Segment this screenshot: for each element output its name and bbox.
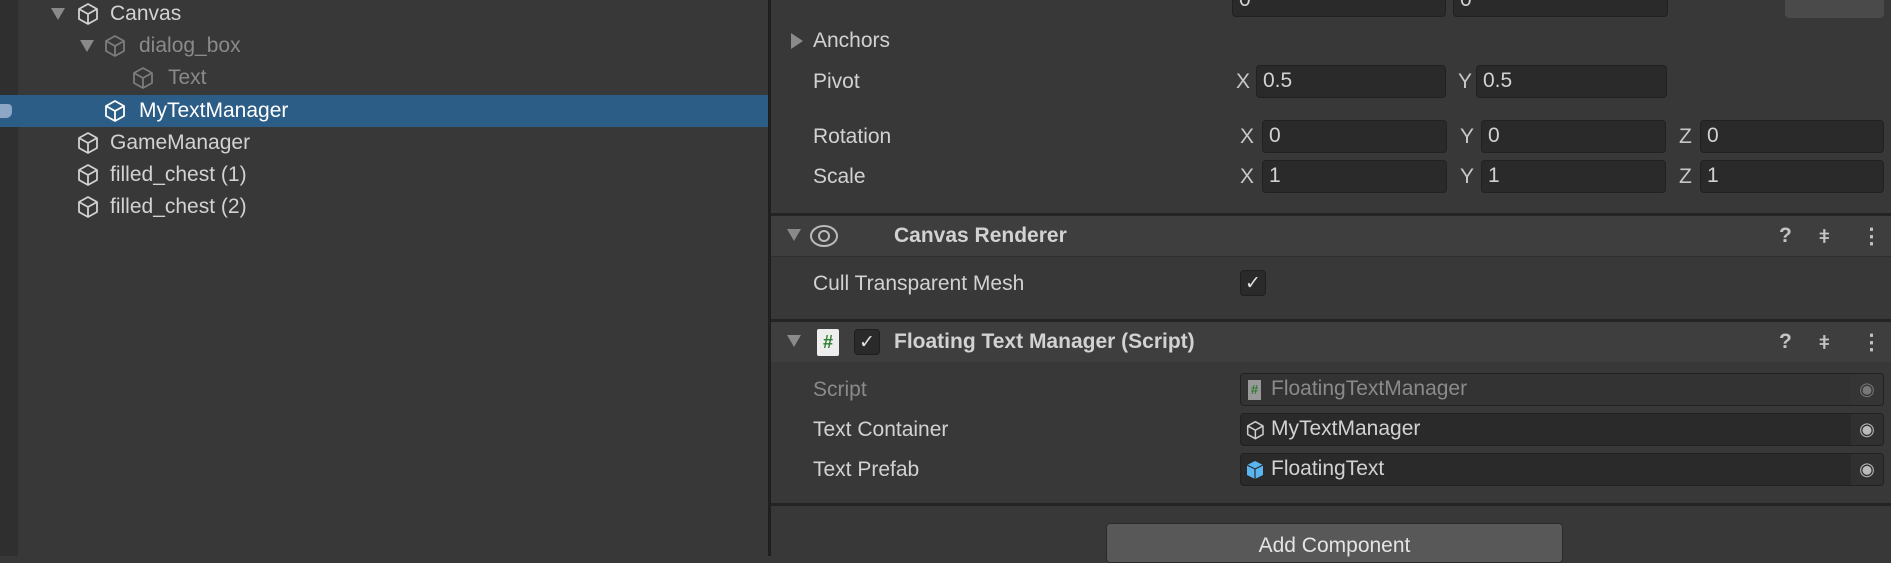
more-options-icon[interactable]: ⋮ [1861, 330, 1882, 355]
text-container-label: Text Container [813, 418, 949, 441]
collapse-arrow-icon[interactable] [787, 229, 801, 241]
component-title: Floating Text Manager (Script) [894, 330, 1195, 353]
hierarchy-item-mytextmanager[interactable]: MyTextManager [0, 95, 768, 127]
top-field-1[interactable]: 0 [1232, 0, 1446, 17]
text-prefab-label: Text Prefab [813, 458, 920, 481]
rotation-y-label[interactable]: Y [1460, 125, 1474, 149]
gameobject-cube-icon [105, 35, 125, 57]
object-picker-icon: ◉ [1851, 374, 1883, 405]
text-prefab-value: FloatingText [1271, 457, 1385, 480]
gameobject-cube-icon [105, 100, 125, 122]
gameobject-cube-icon [78, 3, 98, 25]
script-value: FloatingTextManager [1271, 377, 1468, 400]
rotation-x-input[interactable]: 0 [1262, 120, 1447, 153]
pivot-y-label[interactable]: Y [1458, 70, 1472, 94]
component-enabled-checkbox[interactable]: ✓ [854, 329, 880, 355]
prefab-cube-icon [1246, 461, 1264, 479]
blueprint-raw-buttons[interactable] [1785, 0, 1884, 18]
object-picker-icon[interactable]: ◉ [1851, 454, 1883, 485]
pivot-x-label[interactable]: X [1236, 70, 1250, 94]
hierarchy-item-label: filled_chest (2) [110, 195, 247, 218]
expand-arrow-icon[interactable] [51, 8, 65, 20]
script-field: # FloatingTextManager ◉ [1240, 373, 1884, 406]
hierarchy-item-dialog-box[interactable]: dialog_box [18, 30, 768, 62]
scale-x-input[interactable]: 1 [1262, 160, 1447, 193]
scale-x-label[interactable]: X [1240, 165, 1254, 189]
hierarchy-item-label: GameManager [110, 131, 251, 154]
presets-sliders-icon[interactable]: ⧧ [1819, 224, 1830, 248]
gameobject-cube-icon [78, 132, 98, 154]
script-file-icon: # [817, 329, 839, 356]
text-container-value: MyTextManager [1271, 417, 1421, 440]
script-file-icon: # [1248, 380, 1261, 400]
hierarchy-item-filled-chest-2[interactable]: filled_chest (2) [18, 191, 768, 223]
hierarchy-item-label: Text [168, 66, 207, 89]
rotation-z-input[interactable]: 0 [1700, 120, 1884, 153]
header-separator [771, 256, 1891, 257]
anchors-expand-icon[interactable] [791, 33, 803, 49]
presets-sliders-icon[interactable]: ⧧ [1819, 330, 1830, 354]
more-options-icon[interactable]: ⋮ [1861, 224, 1882, 249]
rotation-z-label[interactable]: Z [1679, 125, 1692, 149]
text-container-field[interactable]: MyTextManager ◉ [1240, 413, 1884, 446]
object-picker-icon[interactable]: ◉ [1851, 414, 1883, 445]
collapse-arrow-icon[interactable] [787, 335, 801, 347]
scale-label: Scale [813, 165, 866, 188]
help-icon[interactable]: ? [1779, 330, 1792, 354]
scale-y-label[interactable]: Y [1460, 165, 1474, 189]
add-component-button[interactable]: Add Component [1106, 523, 1563, 563]
hierarchy-item-canvas[interactable]: Canvas [18, 0, 768, 30]
gameobject-cube-icon [133, 67, 153, 89]
help-icon[interactable]: ? [1779, 224, 1792, 248]
expand-arrow-icon[interactable] [80, 40, 94, 52]
hierarchy-item-gamemanager[interactable]: GameManager [18, 127, 768, 159]
hierarchy-item-label: dialog_box [139, 34, 241, 57]
script-label: Script [813, 378, 867, 401]
gameobject-cube-icon [78, 196, 98, 218]
floating-text-manager-header[interactable]: # ✓ Floating Text Manager (Script) ? ⧧ ⋮ [771, 322, 1891, 362]
hierarchy-item-label: Canvas [110, 2, 182, 25]
scale-z-input[interactable]: 1 [1700, 160, 1884, 193]
gameobject-cube-icon [78, 164, 98, 186]
component-title: Canvas Renderer [894, 224, 1067, 247]
pivot-y-input[interactable]: 0.5 [1476, 65, 1667, 98]
rotation-label: Rotation [813, 125, 892, 148]
eye-icon [810, 225, 838, 247]
scene-visibility-icon[interactable] [0, 104, 12, 118]
cull-transparent-mesh-checkbox[interactable]: ✓ [1240, 270, 1266, 296]
scale-z-label[interactable]: Z [1679, 165, 1692, 189]
hierarchy-item-text[interactable]: Text [18, 62, 768, 94]
rotation-y-input[interactable]: 0 [1481, 120, 1666, 153]
pivot-label: Pivot [813, 70, 860, 93]
cull-transparent-mesh-label: Cull Transparent Mesh [813, 272, 1025, 295]
gameobject-cube-icon [1246, 420, 1264, 440]
canvas-renderer-header[interactable]: Canvas Renderer ? ⧧ ⋮ [771, 216, 1891, 256]
hierarchy-item-label: MyTextManager [139, 99, 289, 122]
pivot-x-input[interactable]: 0.5 [1256, 65, 1446, 98]
scale-y-input[interactable]: 1 [1481, 160, 1666, 193]
anchors-label[interactable]: Anchors [813, 29, 890, 53]
panel-divider[interactable] [768, 0, 771, 556]
hierarchy-gutter [0, 0, 18, 556]
hierarchy-item-filled-chest-1[interactable]: filled_chest (1) [18, 159, 768, 191]
text-prefab-field[interactable]: FloatingText ◉ [1240, 453, 1884, 486]
top-field-2[interactable]: 0 [1453, 0, 1668, 17]
rotation-x-label[interactable]: X [1240, 125, 1254, 149]
component-divider [771, 503, 1891, 506]
hierarchy-item-label: filled_chest (1) [110, 163, 247, 186]
